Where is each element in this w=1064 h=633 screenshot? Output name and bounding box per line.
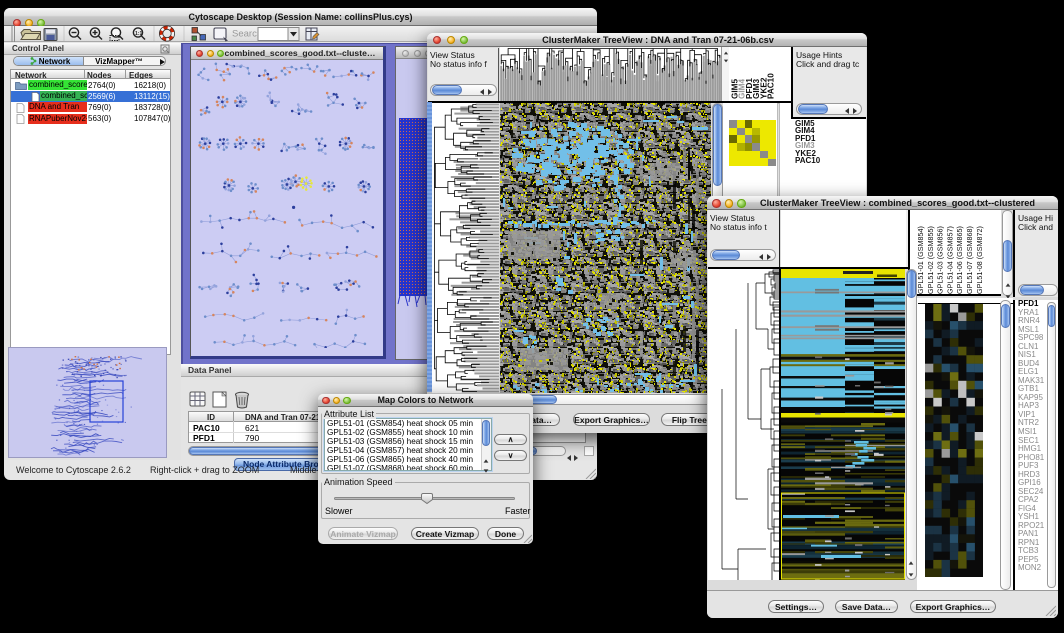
svg-text:GPL51-04 (GSM857): GPL51-04 (GSM857) <box>945 226 954 294</box>
svg-text:GPL51-01 (GSM854): GPL51-01 (GSM854) <box>916 226 925 294</box>
svg-text:GPL51-02 (GSM855): GPL51-02 (GSM855) <box>926 226 935 294</box>
svg-text:PAC10: PAC10 <box>767 73 776 99</box>
svg-text:GPL51-06 (GSM865): GPL51-06 (GSM865) <box>955 226 964 294</box>
svg-text:GPL51-08 (GSM872): GPL51-08 (GSM872) <box>975 226 984 294</box>
svg-text:GPL51-03 (GSM856): GPL51-03 (GSM856) <box>936 226 945 294</box>
svg-text:GPL51-07 (GSM868): GPL51-07 (GSM868) <box>965 226 974 294</box>
svg-text:1:1: 1:1 <box>135 31 142 37</box>
